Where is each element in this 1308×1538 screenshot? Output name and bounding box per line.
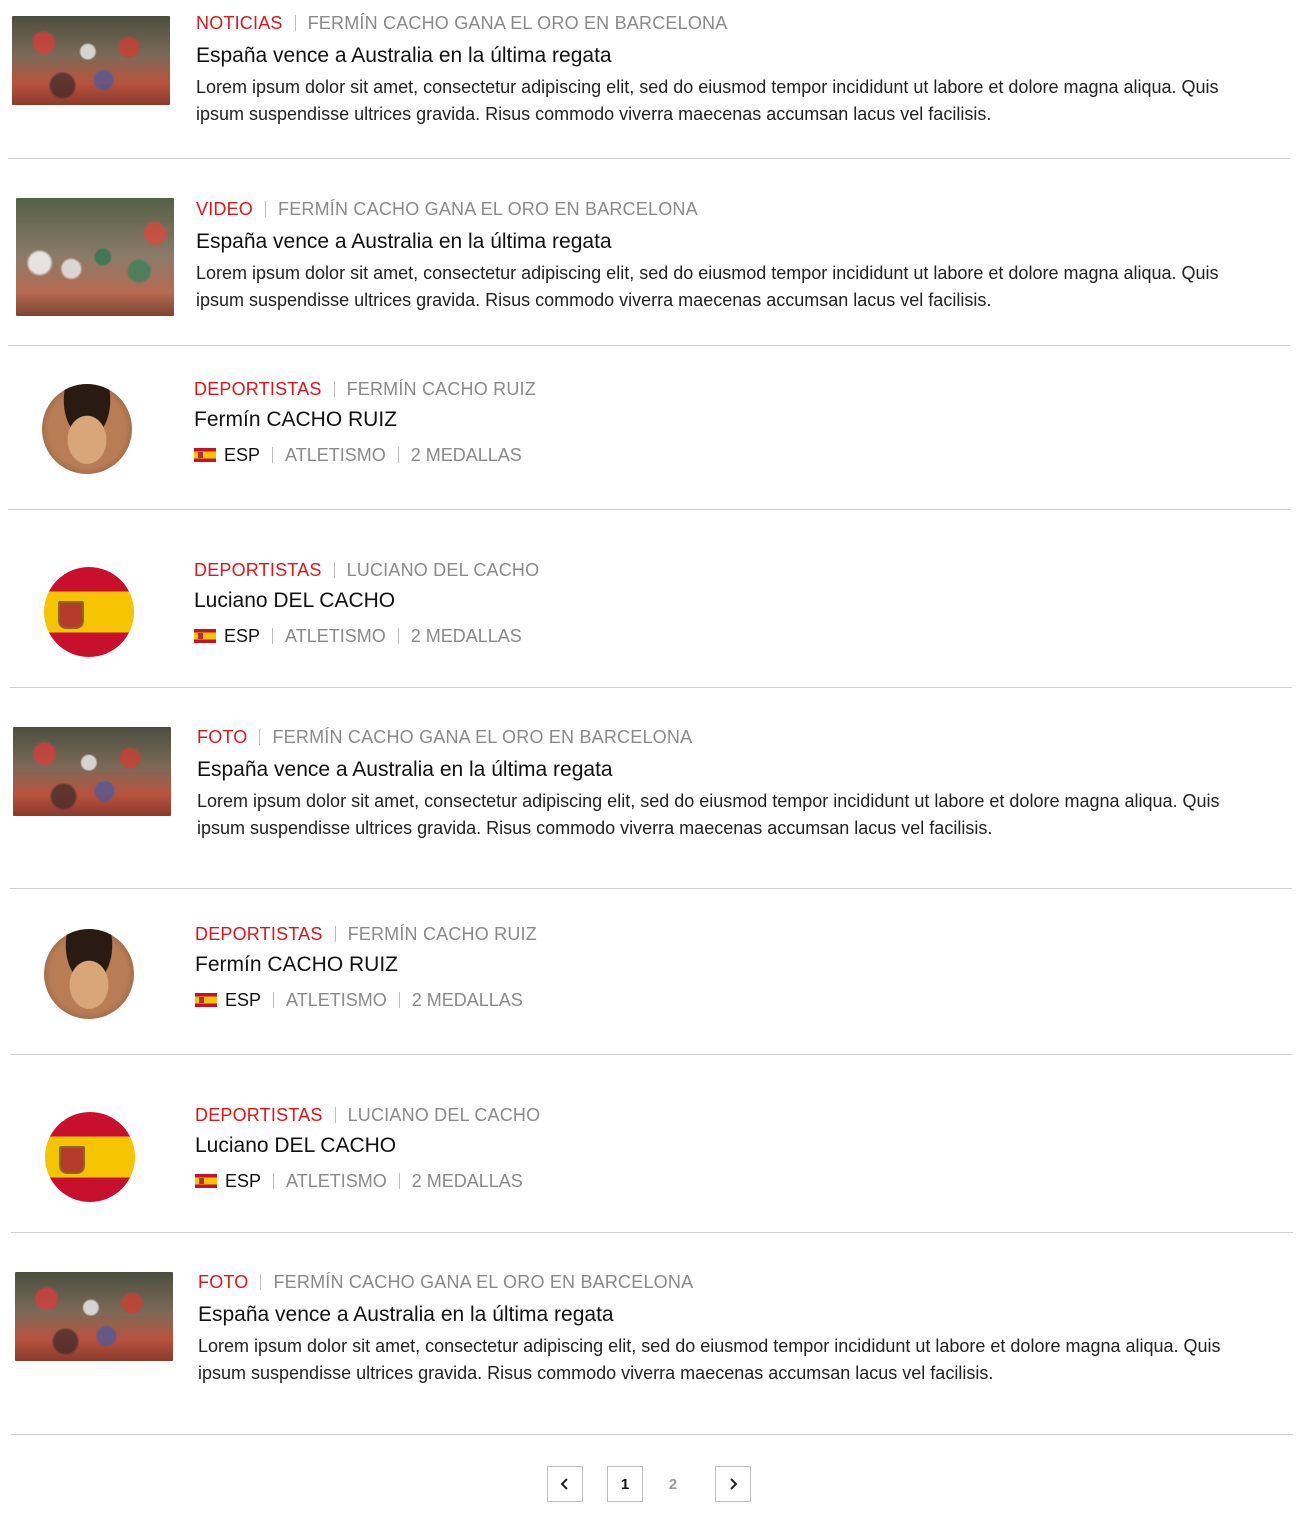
coat-of-arms-icon: [58, 601, 84, 629]
article-subtitle: FERMÍN CACHO GANA EL ORO EN BARCELONA: [307, 13, 728, 33]
category-label[interactable]: FOTO: [198, 1272, 248, 1292]
category-label[interactable]: DEPORTISTAS: [195, 924, 323, 944]
divider: [8, 158, 1290, 159]
category-label[interactable]: NOTICIAS: [196, 13, 283, 33]
divider: [11, 1434, 1293, 1435]
article-title[interactable]: España vence a Australia en la última re…: [198, 1301, 1258, 1329]
athlete-avatar[interactable]: [42, 384, 132, 474]
divider: [10, 888, 1292, 889]
athlete-avatar[interactable]: [44, 929, 134, 1019]
medals-count: 2 MEDALLAS: [411, 1171, 523, 1191]
pagination: 1 2: [0, 1466, 1308, 1504]
article-subtitle: FERMÍN CACHO GANA EL ORO EN BARCELONA: [272, 727, 693, 747]
athlete-subtitle: FERMÍN CACHO RUIZ: [347, 924, 537, 944]
country-code: ESP: [225, 1171, 262, 1191]
athlete-name[interactable]: Fermín CACHO RUIZ: [195, 951, 537, 979]
photo-thumbnail[interactable]: [15, 1272, 173, 1361]
article-title[interactable]: España vence a Australia en la última re…: [197, 756, 1257, 784]
sport-label: ATLETISMO: [285, 626, 386, 646]
video-thumbnail[interactable]: [16, 198, 174, 316]
sport-label: ATLETISMO: [285, 445, 386, 465]
spain-flag-icon: [194, 448, 216, 462]
divider: [8, 345, 1290, 346]
medals-count: 2 MEDALLAS: [411, 990, 523, 1010]
spain-flag-icon: [195, 993, 217, 1007]
pagination-page[interactable]: 2: [655, 1466, 691, 1502]
pagination-next-button[interactable]: [715, 1466, 751, 1502]
chevron-left-icon: [560, 1478, 568, 1490]
coat-of-arms-icon: [59, 1146, 85, 1174]
athlete-name[interactable]: Luciano DEL CACHO: [195, 1132, 540, 1160]
divider: [10, 687, 1292, 688]
article-title[interactable]: España vence a Australia en la última re…: [196, 42, 1256, 70]
category-label[interactable]: DEPORTISTAS: [194, 560, 322, 580]
article-description: Lorem ipsum dolor sit amet, consectetur …: [197, 791, 1220, 838]
article-description: Lorem ipsum dolor sit amet, consectetur …: [198, 1336, 1221, 1383]
article-description: Lorem ipsum dolor sit amet, consectetur …: [196, 263, 1219, 310]
article-subtitle: FERMÍN CACHO GANA EL ORO EN BARCELONA: [273, 1272, 694, 1292]
divider: [11, 1232, 1293, 1233]
chevron-right-icon: [730, 1478, 738, 1490]
article-title[interactable]: España vence a Australia en la última re…: [196, 228, 1256, 256]
spain-flag-icon: [195, 1174, 217, 1188]
pagination-prev-button[interactable]: [547, 1466, 583, 1502]
athlete-name[interactable]: Luciano DEL CACHO: [194, 587, 539, 615]
divider: [10, 1054, 1292, 1055]
spain-flag-icon: [194, 629, 216, 643]
article-subtitle: FERMÍN CACHO GANA EL ORO EN BARCELONA: [278, 199, 698, 219]
athlete-avatar[interactable]: [44, 567, 134, 657]
country-code: ESP: [224, 626, 261, 646]
pagination-page-current[interactable]: 1: [607, 1466, 643, 1502]
sport-label: ATLETISMO: [286, 990, 387, 1010]
athlete-subtitle: LUCIANO DEL CACHO: [347, 1105, 541, 1125]
sport-label: ATLETISMO: [286, 1171, 387, 1191]
athlete-subtitle: FERMÍN CACHO RUIZ: [346, 379, 536, 399]
medals-count: 2 MEDALLAS: [410, 626, 522, 646]
country-code: ESP: [225, 990, 262, 1010]
athlete-avatar[interactable]: [45, 1112, 135, 1202]
category-label[interactable]: DEPORTISTAS: [195, 1105, 323, 1125]
category-label[interactable]: DEPORTISTAS: [194, 379, 322, 399]
article-thumbnail[interactable]: [12, 16, 170, 105]
divider: [8, 509, 1290, 510]
article-description: Lorem ipsum dolor sit amet, consectetur …: [196, 77, 1219, 124]
medals-count: 2 MEDALLAS: [410, 445, 522, 465]
country-code: ESP: [224, 445, 261, 465]
athlete-name[interactable]: Fermín CACHO RUIZ: [194, 406, 536, 434]
photo-thumbnail[interactable]: [13, 727, 171, 816]
athlete-subtitle: LUCIANO DEL CACHO: [346, 560, 540, 580]
category-label[interactable]: FOTO: [197, 727, 247, 747]
category-label[interactable]: VIDEO: [196, 199, 253, 219]
